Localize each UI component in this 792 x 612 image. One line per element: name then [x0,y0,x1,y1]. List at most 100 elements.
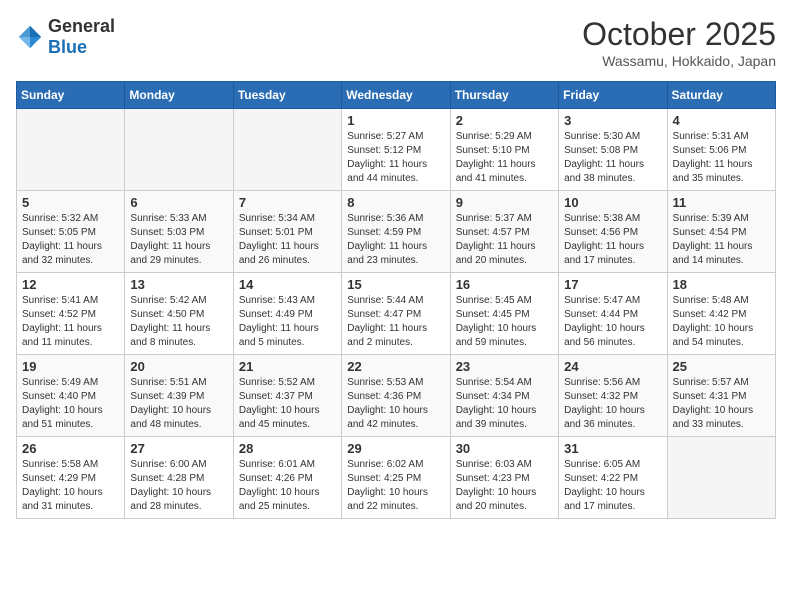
month-title: October 2025 [582,16,776,53]
day-info: Sunrise: 6:03 AM Sunset: 4:23 PM Dayligh… [456,458,553,514]
day-number: 16 [456,277,553,292]
day-info: Sunrise: 5:57 AM Sunset: 4:31 PM Dayligh… [673,376,770,432]
calendar-cell: 27 Sunrise: 6:00 AM Sunset: 4:28 PM Dayli… [125,437,233,519]
calendar-cell: 23Sunrise: 5:54 AM Sunset: 4:34 PM Dayli… [450,355,558,437]
week-row-2: 5 Sunrise: 5:32 AM Sunset: 5:05 PM Daylig… [17,191,776,273]
day-number: 26 [22,441,119,456]
calendar-cell [17,109,125,191]
calendar-cell: 12Sunrise: 5:41 AM Sunset: 4:52 PM Dayli… [17,273,125,355]
day-number: 31 [564,441,661,456]
calendar-cell [125,109,233,191]
logo-icon [16,23,44,51]
day-number: 19 [22,359,119,374]
calendar-cell: 3 Sunrise: 5:30 AM Sunset: 5:08 PM Daylig… [559,109,667,191]
calendar-cell: 15 Sunrise: 5:44 AM Sunset: 4:47 PM Dayli… [342,273,450,355]
calendar-cell: 18Sunrise: 5:48 AM Sunset: 4:42 PM Dayli… [667,273,775,355]
calendar-cell: 31 Sunrise: 6:05 AM Sunset: 4:22 PM Dayli… [559,437,667,519]
day-info: Sunrise: 5:45 AM Sunset: 4:45 PM Dayligh… [456,294,553,350]
calendar-cell: 14 Sunrise: 5:43 AM Sunset: 4:49 PM Dayli… [233,273,341,355]
header: General Blue October 2025 Wassamu, Hokka… [16,16,776,69]
day-info: Sunrise: 5:52 AM Sunset: 4:37 PM Dayligh… [239,376,336,432]
day-number: 1 [347,113,444,128]
day-number: 2 [456,113,553,128]
logo-blue: Blue [48,37,87,57]
day-info: Sunrise: 6:01 AM Sunset: 4:26 PM Dayligh… [239,458,336,514]
day-number: 14 [239,277,336,292]
day-header-sunday: Sunday [17,82,125,109]
calendar-cell: 26 Sunrise: 5:58 AM Sunset: 4:29 PM Dayli… [17,437,125,519]
calendar-cell [667,437,775,519]
day-number: 15 [347,277,444,292]
day-number: 18 [673,277,770,292]
calendar-cell: 25 Sunrise: 5:57 AM Sunset: 4:31 PM Dayli… [667,355,775,437]
day-info: Sunrise: 5:58 AM Sunset: 4:29 PM Dayligh… [22,458,119,514]
calendar-cell: 28 Sunrise: 6:01 AM Sunset: 4:26 PM Dayli… [233,437,341,519]
calendar-cell: 8 Sunrise: 5:36 AM Sunset: 4:59 PM Daylig… [342,191,450,273]
day-number: 8 [347,195,444,210]
day-info: Sunrise: 5:56 AM Sunset: 4:32 PM Dayligh… [564,376,661,432]
day-number: 10 [564,195,661,210]
day-info: Sunrise: 5:37 AM Sunset: 4:57 PM Dayligh… [456,212,553,268]
day-info: Sunrise: 5:29 AM Sunset: 5:10 PM Dayligh… [456,130,553,186]
day-number: 21 [239,359,336,374]
day-number: 9 [456,195,553,210]
day-info: Sunrise: 5:43 AM Sunset: 4:49 PM Dayligh… [239,294,336,350]
day-info: Sunrise: 6:00 AM Sunset: 4:28 PM Dayligh… [130,458,227,514]
day-info: Sunrise: 5:30 AM Sunset: 5:08 PM Dayligh… [564,130,661,186]
logo-general: General [48,16,115,36]
calendar-cell: 1Sunrise: 5:27 AM Sunset: 5:12 PM Daylig… [342,109,450,191]
day-info: Sunrise: 5:32 AM Sunset: 5:05 PM Dayligh… [22,212,119,268]
calendar-cell: 24Sunrise: 5:56 AM Sunset: 4:32 PM Dayli… [559,355,667,437]
day-info: Sunrise: 5:53 AM Sunset: 4:36 PM Dayligh… [347,376,444,432]
calendar-cell [233,109,341,191]
day-header-monday: Monday [125,82,233,109]
day-number: 3 [564,113,661,128]
day-header-thursday: Thursday [450,82,558,109]
day-info: Sunrise: 5:47 AM Sunset: 4:44 PM Dayligh… [564,294,661,350]
day-number: 5 [22,195,119,210]
day-number: 22 [347,359,444,374]
calendar-cell: 22 Sunrise: 5:53 AM Sunset: 4:36 PM Dayli… [342,355,450,437]
day-info: Sunrise: 5:36 AM Sunset: 4:59 PM Dayligh… [347,212,444,268]
title-area: October 2025 Wassamu, Hokkaido, Japan [582,16,776,69]
day-header-row: SundayMondayTuesdayWednesdayThursdayFrid… [17,82,776,109]
location-title: Wassamu, Hokkaido, Japan [582,53,776,69]
day-info: Sunrise: 5:54 AM Sunset: 4:34 PM Dayligh… [456,376,553,432]
logo-text: General Blue [48,16,115,58]
calendar-cell: 19 Sunrise: 5:49 AM Sunset: 4:40 PM Dayli… [17,355,125,437]
calendar-cell: 10 Sunrise: 5:38 AM Sunset: 4:56 PM Dayli… [559,191,667,273]
day-info: Sunrise: 5:51 AM Sunset: 4:39 PM Dayligh… [130,376,227,432]
day-info: Sunrise: 5:42 AM Sunset: 4:50 PM Dayligh… [130,294,227,350]
day-info: Sunrise: 5:34 AM Sunset: 5:01 PM Dayligh… [239,212,336,268]
day-header-saturday: Saturday [667,82,775,109]
day-info: Sunrise: 5:49 AM Sunset: 4:40 PM Dayligh… [22,376,119,432]
calendar-cell: 11Sunrise: 5:39 AM Sunset: 4:54 PM Dayli… [667,191,775,273]
calendar-cell: 4 Sunrise: 5:31 AM Sunset: 5:06 PM Daylig… [667,109,775,191]
week-row-1: 1Sunrise: 5:27 AM Sunset: 5:12 PM Daylig… [17,109,776,191]
calendar-cell: 16 Sunrise: 5:45 AM Sunset: 4:45 PM Dayli… [450,273,558,355]
day-number: 4 [673,113,770,128]
calendar-cell: 30 Sunrise: 6:03 AM Sunset: 4:23 PM Dayli… [450,437,558,519]
day-number: 27 [130,441,227,456]
day-info: Sunrise: 5:33 AM Sunset: 5:03 PM Dayligh… [130,212,227,268]
day-info: Sunrise: 5:31 AM Sunset: 5:06 PM Dayligh… [673,130,770,186]
calendar-cell: 9 Sunrise: 5:37 AM Sunset: 4:57 PM Daylig… [450,191,558,273]
day-number: 12 [22,277,119,292]
day-number: 6 [130,195,227,210]
day-info: Sunrise: 5:38 AM Sunset: 4:56 PM Dayligh… [564,212,661,268]
day-info: Sunrise: 5:39 AM Sunset: 4:54 PM Dayligh… [673,212,770,268]
calendar-cell: 6 Sunrise: 5:33 AM Sunset: 5:03 PM Daylig… [125,191,233,273]
day-info: Sunrise: 5:44 AM Sunset: 4:47 PM Dayligh… [347,294,444,350]
logo: General Blue [16,16,115,58]
day-info: Sunrise: 6:05 AM Sunset: 4:22 PM Dayligh… [564,458,661,514]
day-number: 25 [673,359,770,374]
day-number: 28 [239,441,336,456]
day-number: 20 [130,359,227,374]
day-number: 13 [130,277,227,292]
day-number: 7 [239,195,336,210]
day-header-friday: Friday [559,82,667,109]
day-number: 29 [347,441,444,456]
day-header-wednesday: Wednesday [342,82,450,109]
week-row-5: 26 Sunrise: 5:58 AM Sunset: 4:29 PM Dayli… [17,437,776,519]
day-number: 30 [456,441,553,456]
